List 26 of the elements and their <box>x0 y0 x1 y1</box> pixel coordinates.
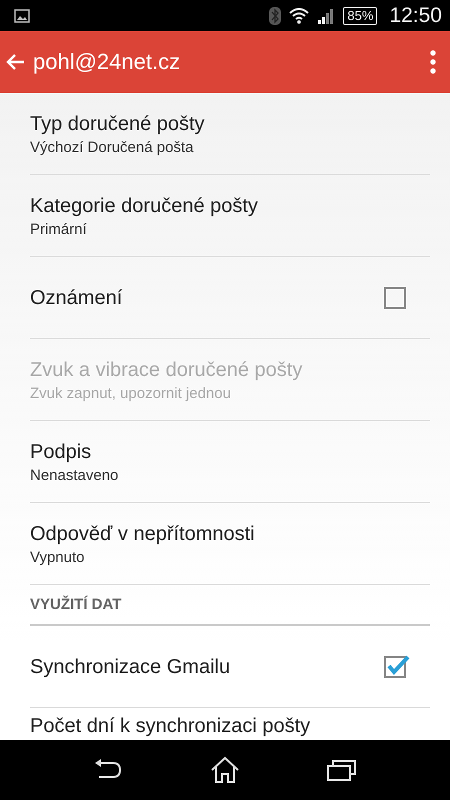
setting-summary: Výchozí Doručená pošta <box>30 138 194 156</box>
setting-title[interactable]: Kategorie doručené pošty <box>30 194 430 218</box>
image-icon <box>14 8 30 22</box>
setting-summary: Primární <box>30 220 88 238</box>
setting-title[interactable]: Odpověď v nepřítomnosti <box>30 522 430 546</box>
setting-title[interactable]: Podpis <box>30 440 430 464</box>
wifi-icon <box>289 8 310 24</box>
bluetooth-icon <box>269 6 282 24</box>
account-title: pohl@24net.cz <box>33 49 182 75</box>
setting-summary: Nenastaveno <box>30 466 120 484</box>
recent-apps-icon[interactable] <box>326 759 357 781</box>
back-arrow-icon[interactable] <box>5 53 25 71</box>
setting-title[interactable]: Typ doručené pošty <box>30 112 430 136</box>
back-icon[interactable] <box>93 759 124 781</box>
setting-title[interactable]: Počet dní k synchronizaci pošty <box>30 714 430 738</box>
setting-summary: Zvuk zapnut, upozornit jednou <box>30 384 232 402</box>
signal-icon <box>317 8 336 24</box>
section-header: VYUŽITÍ DAT <box>30 585 430 626</box>
more-options-icon[interactable] <box>430 50 436 74</box>
clock-time: 12:50 <box>389 4 442 28</box>
setting-summary: Vypnuto <box>30 548 86 566</box>
battery-indicator: 85% <box>343 6 378 24</box>
home-icon[interactable] <box>210 756 240 784</box>
setting-title[interactable]: Synchronizace Gmailu <box>30 654 384 678</box>
checkbox[interactable] <box>384 654 410 680</box>
setting-title[interactable]: Oznámení <box>30 286 384 310</box>
